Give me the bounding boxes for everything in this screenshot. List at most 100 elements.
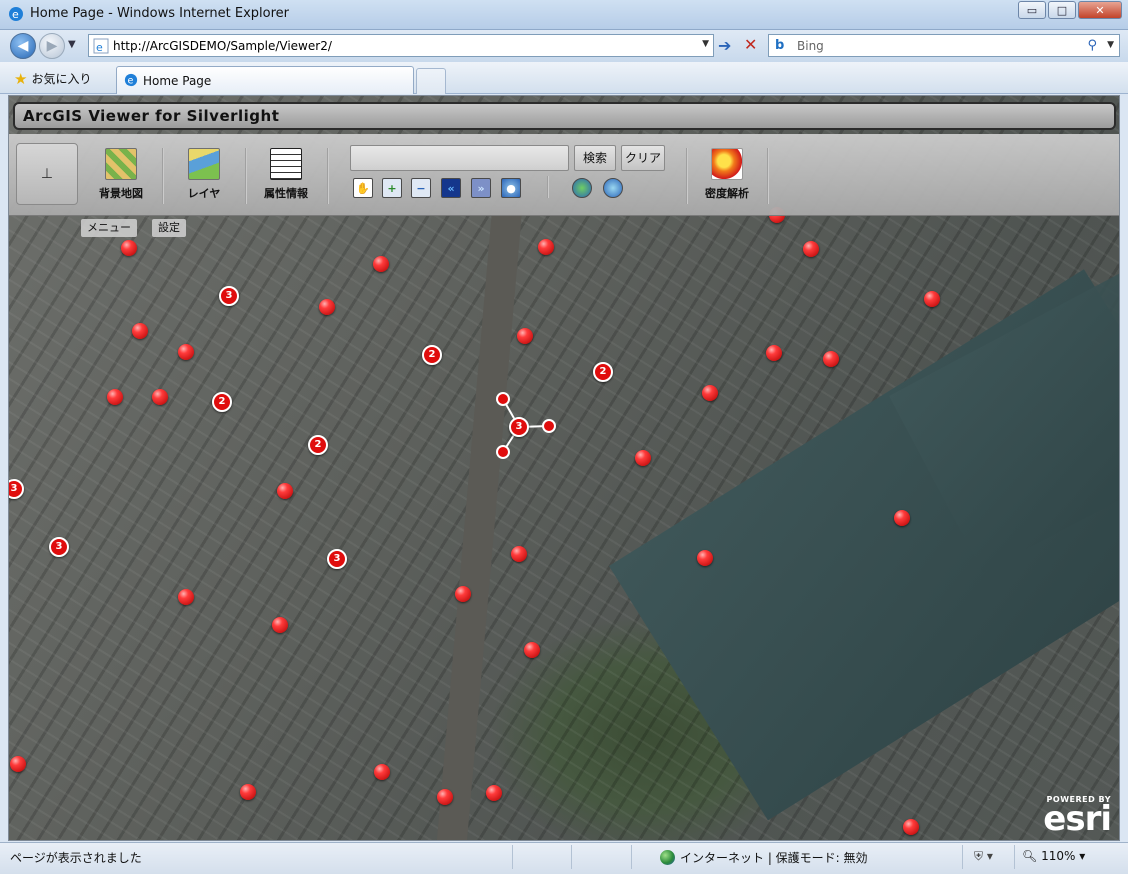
zoom-in-icon[interactable]: +: [382, 178, 402, 198]
cluster-marker[interactable]: 3: [49, 537, 69, 557]
spider-leaf-marker[interactable]: [542, 419, 556, 433]
map-marker-pin[interactable]: [437, 789, 453, 805]
map-marker-pin[interactable]: [486, 785, 502, 801]
menu-tab[interactable]: メニュー: [81, 219, 137, 237]
security-zone-label: インターネット | 保護モード: 無効: [680, 851, 868, 865]
zoom-level[interactable]: 🔍︎ 110% ▾: [1022, 849, 1085, 863]
map-marker-pin[interactable]: [319, 299, 335, 315]
search-field[interactable]: b Bing ⚲ ▼: [768, 34, 1120, 57]
full-extent-globe-icon[interactable]: ●: [501, 178, 521, 198]
arrow-right-icon: ▶: [46, 38, 58, 54]
recent-pages-dropdown-icon[interactable]: ▼: [68, 39, 76, 50]
find-globe-icon[interactable]: [603, 178, 623, 198]
attributes-label: 属性情報: [264, 187, 308, 200]
viewer-toolbar: ⊥ 背景地図 レイヤ 属性情報 検索 クリア ✋ + − « » ● 密度解析: [9, 134, 1119, 216]
map-search-input[interactable]: [350, 145, 569, 171]
cluster-marker[interactable]: 3: [9, 479, 24, 499]
bing-logo-icon: b: [775, 38, 785, 53]
map-marker-pin[interactable]: [455, 586, 471, 602]
map-marker-pin[interactable]: [121, 240, 137, 256]
protected-mode-icon[interactable]: ⛨ ▾: [974, 849, 993, 864]
favorites-star-icon: ★: [14, 69, 28, 88]
settings-tab[interactable]: 設定: [152, 219, 186, 237]
map-marker-pin[interactable]: [924, 291, 940, 307]
map-marker-pin[interactable]: [894, 510, 910, 526]
cluster-marker[interactable]: 3: [219, 286, 239, 306]
map-marker-pin[interactable]: [697, 550, 713, 566]
map-marker-pin[interactable]: [152, 389, 168, 405]
map-marker-pin[interactable]: [374, 764, 390, 780]
map-marker-pin[interactable]: [107, 389, 123, 405]
favorites-label: お気に入り: [31, 72, 92, 86]
basemap-label: 背景地図: [99, 187, 143, 200]
spider-leaf-marker[interactable]: [496, 392, 510, 406]
map-marker-pin[interactable]: [511, 546, 527, 562]
clear-button[interactable]: クリア: [621, 145, 665, 171]
window-title: Home Page - Windows Internet Explorer: [30, 6, 289, 21]
search-button[interactable]: 検索: [574, 145, 616, 171]
back-button[interactable]: ◀: [10, 33, 36, 59]
basemap-button[interactable]: 背景地図: [91, 148, 151, 208]
map-marker-pin[interactable]: [272, 617, 288, 633]
new-tab-button[interactable]: [416, 68, 446, 94]
status-divider: [512, 845, 513, 869]
layers-button[interactable]: レイヤ: [174, 148, 234, 208]
map-marker-pin[interactable]: [132, 323, 148, 339]
map-marker-pin[interactable]: [524, 642, 540, 658]
map-marker-pin[interactable]: [903, 819, 919, 835]
tab-row: ★ お気に入り e Home Page: [0, 62, 1128, 94]
viewer-title-bar: ArcGIS Viewer for Silverlight: [13, 102, 1116, 130]
previous-extent-icon[interactable]: «: [441, 178, 461, 198]
status-bar: ページが表示されました インターネット | 保護モード: 無効 ⛨ ▾ 🔍︎ 1…: [0, 842, 1128, 874]
map-marker-pin[interactable]: [823, 351, 839, 367]
map-marker-pin[interactable]: [635, 450, 651, 466]
search-magnifier-icon[interactable]: ⚲: [1087, 38, 1097, 53]
viewer-app: 3 2 2 2 2 3 3 3 3 POWERED BY esri ArcGIS Viewer …: [8, 95, 1120, 841]
address-dropdown-icon[interactable]: ▼: [702, 39, 709, 49]
identify-globe-icon[interactable]: [572, 178, 592, 198]
address-toolbar: ◀ ▶ ▼ e http://ArcGISDEMO/Sample/Viewer2…: [0, 30, 1128, 62]
attributes-button[interactable]: 属性情報: [256, 148, 316, 208]
viewer-title: ArcGIS Viewer for Silverlight: [23, 107, 280, 125]
map-marker-pin[interactable]: [538, 239, 554, 255]
map-marker-pin[interactable]: [702, 385, 718, 401]
forward-button[interactable]: ▶: [39, 33, 65, 59]
tab-home-page[interactable]: e Home Page: [116, 66, 414, 94]
railway-corridor: [435, 205, 523, 840]
pan-hand-icon[interactable]: ✋: [353, 178, 373, 198]
url-text[interactable]: http://ArcGISDEMO/Sample/Viewer2/: [113, 39, 332, 53]
spider-leaf-marker[interactable]: [496, 445, 510, 459]
cluster-marker[interactable]: 2: [212, 392, 232, 412]
security-zone[interactable]: インターネット | 保護モード: 無効: [660, 849, 868, 866]
map-marker-pin[interactable]: [178, 589, 194, 605]
map-marker-pin[interactable]: [766, 345, 782, 361]
status-message: ページが表示されました: [10, 851, 142, 865]
map-marker-pin[interactable]: [10, 756, 26, 772]
map-marker-pin[interactable]: [803, 241, 819, 257]
map-marker-pin[interactable]: [240, 784, 256, 800]
map-marker-pin[interactable]: [178, 344, 194, 360]
close-button[interactable]: ✕: [1078, 1, 1122, 19]
address-field[interactable]: e http://ArcGISDEMO/Sample/Viewer2/ ▼: [88, 34, 714, 57]
svg-text:e: e: [12, 8, 19, 21]
favorites-button[interactable]: ★ お気に入り: [14, 70, 91, 87]
svg-text:e: e: [128, 76, 134, 87]
next-extent-icon[interactable]: »: [471, 178, 491, 198]
search-dropdown-icon[interactable]: ▼: [1107, 40, 1114, 50]
pin-toolbar-button[interactable]: ⊥: [16, 143, 78, 205]
minimize-button[interactable]: ▭: [1018, 1, 1046, 19]
cluster-marker[interactable]: 2: [422, 345, 442, 365]
map-marker-pin[interactable]: [373, 256, 389, 272]
go-arrow-icon[interactable]: ➔: [718, 38, 731, 54]
cluster-marker[interactable]: 3: [327, 549, 347, 569]
stop-x-icon[interactable]: ✕: [744, 37, 757, 53]
maximize-button[interactable]: □: [1048, 1, 1076, 19]
cluster-marker[interactable]: 2: [593, 362, 613, 382]
toolbar-separator: [686, 148, 688, 204]
map-marker-pin[interactable]: [277, 483, 293, 499]
zoom-out-icon[interactable]: −: [411, 178, 431, 198]
density-analysis-button[interactable]: 密度解析: [697, 148, 757, 208]
cluster-marker[interactable]: 3: [509, 417, 529, 437]
map-marker-pin[interactable]: [517, 328, 533, 344]
cluster-marker[interactable]: 2: [308, 435, 328, 455]
